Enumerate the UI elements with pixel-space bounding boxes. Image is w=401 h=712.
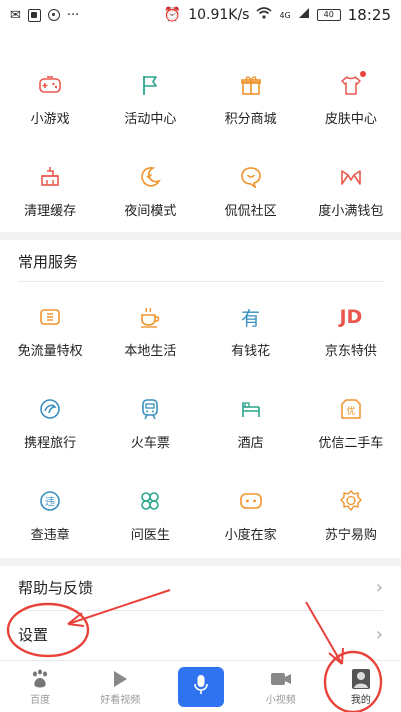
microphone-button[interactable] xyxy=(177,666,224,707)
grid-item-label: 活动中心 xyxy=(124,112,177,127)
service-used-car[interactable]: 优 优信二手车 xyxy=(301,396,401,488)
wallet-icon xyxy=(338,164,364,190)
jd-logo-icon: JD xyxy=(339,306,363,328)
train-icon xyxy=(137,396,163,422)
grid-item-wallet[interactable]: 度小满钱包 xyxy=(301,164,401,256)
service-credit[interactable]: 有 有钱花 xyxy=(201,304,301,396)
service-label: 有钱花 xyxy=(231,344,271,359)
section-divider xyxy=(0,232,401,240)
gift-icon xyxy=(238,72,264,98)
smart-speaker-icon xyxy=(238,488,264,514)
wifi-icon xyxy=(256,7,272,23)
svg-text:违: 违 xyxy=(45,496,55,508)
feature-grid: 小游戏 活动中心 积分商城 皮肤中心 清理缓存 夜间模式 侃侃社区 度小满钱包 xyxy=(0,71,401,256)
app-notification-icon xyxy=(27,8,41,22)
battery-icon: 40 xyxy=(316,9,341,21)
service-free-data[interactable]: 免流量特权 xyxy=(0,304,100,396)
grid-item-label: 小游戏 xyxy=(30,112,70,127)
hotel-bed-icon xyxy=(238,396,264,422)
video-icon xyxy=(270,667,292,691)
settings-label: 设置 xyxy=(18,625,49,644)
clock: 18:25 xyxy=(347,6,391,24)
dolphin-icon xyxy=(37,396,63,422)
help-feedback-row[interactable]: 帮助与反馈 › xyxy=(0,564,401,610)
grid-item-label: 侃侃社区 xyxy=(224,204,277,219)
chevron-right-icon: › xyxy=(375,576,383,598)
service-label: 小度在家 xyxy=(224,528,277,543)
services-grid: 免流量特权 本地生活 有 有钱花 JD 京东特供 携程旅行 火车票 酒店 优 优… xyxy=(0,304,401,580)
grid-item-community[interactable]: 侃侃社区 xyxy=(201,164,301,256)
tab-label: 好看视频 xyxy=(100,695,141,706)
grid-item-label: 积分商城 xyxy=(224,112,277,127)
grid-item-mini-games[interactable]: 小游戏 xyxy=(0,72,100,164)
status-bar: ✉ ··· ⏰ 10.91K/s 4G 40 18:25 xyxy=(0,0,401,30)
network-speed: 10.91K/s xyxy=(188,7,250,23)
service-ctrip[interactable]: 携程旅行 xyxy=(0,396,100,488)
signal-label: 4G xyxy=(279,10,291,20)
avatar-icon xyxy=(351,667,371,691)
car-tag-icon: 优 xyxy=(338,396,364,422)
record-icon xyxy=(47,9,60,21)
grid-item-skin-center[interactable]: 皮肤中心 xyxy=(301,71,401,164)
service-label: 优信二手车 xyxy=(318,436,384,451)
tab-label: 百度 xyxy=(30,695,51,706)
service-hotel[interactable]: 酒店 xyxy=(201,396,301,488)
settings-row[interactable]: 设置 › xyxy=(0,611,401,657)
tab-short-video[interactable]: 小视频 xyxy=(241,661,321,712)
service-label: 京东特供 xyxy=(324,344,377,359)
service-label: 本地生活 xyxy=(124,344,177,359)
alarm-icon: ⏰ xyxy=(163,7,182,23)
service-label: 免流量特权 xyxy=(17,344,83,359)
notification-dot xyxy=(359,71,366,77)
money-char-icon: 有 xyxy=(241,307,261,330)
grid-item-night-mode[interactable]: 夜间模式 xyxy=(100,164,200,256)
chevron-right-icon: › xyxy=(375,623,383,645)
tab-haokan-video[interactable]: 好看视频 xyxy=(80,661,160,712)
shirt-icon xyxy=(338,71,366,98)
service-label: 问医生 xyxy=(130,528,170,543)
service-local-life[interactable]: 本地生活 xyxy=(100,304,200,396)
clover-icon xyxy=(137,488,163,514)
flag-icon xyxy=(137,72,163,98)
moon-icon xyxy=(137,164,163,190)
grid-item-clear-cache[interactable]: 清理缓存 xyxy=(0,164,100,256)
grid-item-points-mall[interactable]: 积分商城 xyxy=(201,72,301,164)
svg-text:优: 优 xyxy=(346,405,355,417)
dots-icon: ··· xyxy=(66,7,80,23)
microphone-icon xyxy=(193,674,209,699)
battery-level: 40 xyxy=(323,10,334,19)
violation-icon: 违 xyxy=(37,488,63,514)
divider-line xyxy=(18,281,383,282)
help-feedback-label: 帮助与反馈 xyxy=(18,578,94,597)
service-jd[interactable]: JD 京东特供 xyxy=(301,304,401,396)
tab-baidu[interactable]: 百度 xyxy=(0,661,80,712)
gamepad-icon xyxy=(37,72,63,98)
service-label: 苏宁易购 xyxy=(324,528,377,543)
service-label: 查违章 xyxy=(30,528,70,543)
grid-item-label: 度小满钱包 xyxy=(318,204,384,219)
service-label: 酒店 xyxy=(237,436,264,451)
grid-item-label: 清理缓存 xyxy=(24,204,77,219)
grid-item-label: 夜间模式 xyxy=(124,204,177,219)
lion-icon xyxy=(338,488,364,514)
chat-bubble-icon xyxy=(238,164,264,190)
service-label: 火车票 xyxy=(130,436,170,451)
tab-label: 我的 xyxy=(350,695,371,706)
grid-item-activity-center[interactable]: 活动中心 xyxy=(100,72,200,164)
notification-icon: ✉ xyxy=(10,7,21,23)
grid-item-label: 皮肤中心 xyxy=(324,112,377,127)
coffee-cup-icon xyxy=(137,304,163,330)
play-icon xyxy=(111,667,129,691)
tab-label: 小视频 xyxy=(265,695,296,706)
service-label: 携程旅行 xyxy=(24,436,77,451)
section-title-services: 常用服务 xyxy=(18,253,79,271)
service-train[interactable]: 火车票 xyxy=(100,396,200,488)
signal-icon xyxy=(298,7,310,23)
paw-icon xyxy=(29,667,51,691)
bottom-tab-bar: 百度 好看视频 小视频 我的 xyxy=(0,660,401,712)
broom-icon xyxy=(37,164,63,190)
data-card-icon xyxy=(37,304,63,330)
tab-mine[interactable]: 我的 xyxy=(321,661,401,712)
tab-voice[interactable] xyxy=(160,661,240,712)
